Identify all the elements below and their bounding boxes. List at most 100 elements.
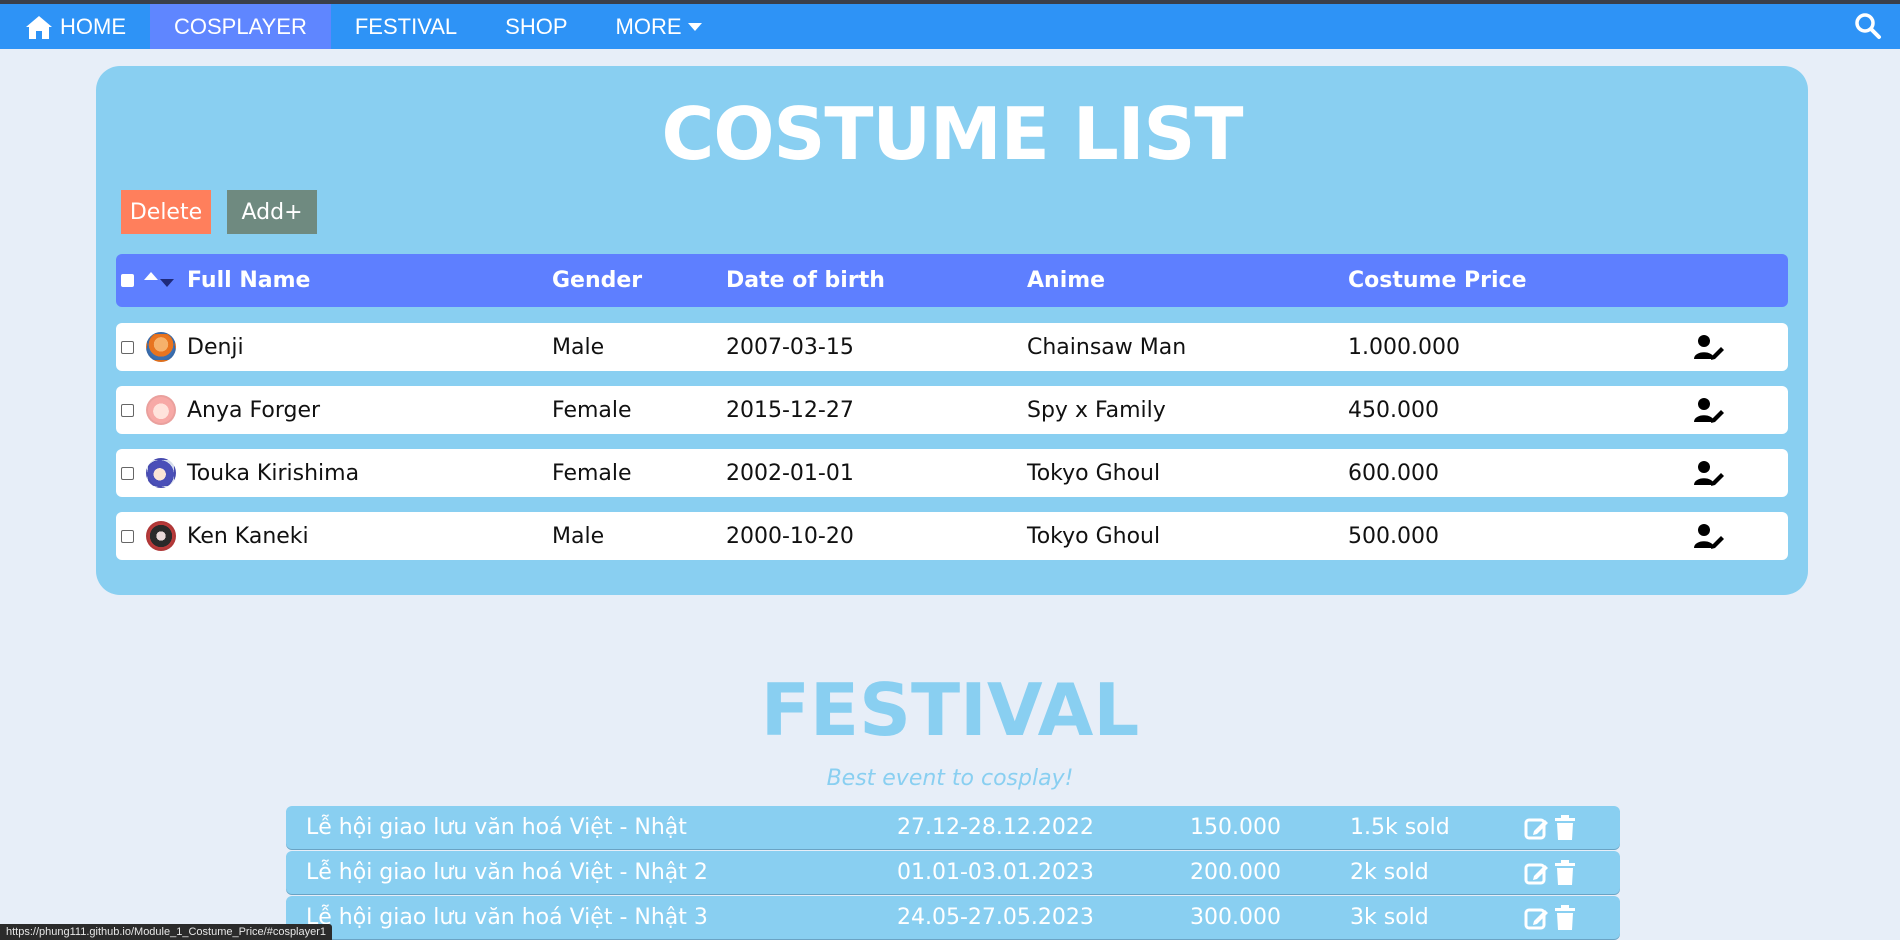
table-header: Full Name Gender Date of birth Anime Cos… [116,254,1788,307]
cell-anime: Chainsaw Man [1027,334,1187,360]
row-checkbox[interactable] [121,340,134,354]
costume-list-panel: COSTUME LIST Delete Add+ Full Name Gende… [96,66,1808,595]
user-edit-icon [1694,398,1724,423]
cell-full-name: Touka Kirishima [187,460,360,486]
festival-row: Lễ hội giao lưu văn hoá Việt - Nhật 27.1… [286,806,1620,849]
festival-title: FESTIVAL [760,668,1140,752]
select-all-cell [121,254,134,307]
header-costume-price: Costume Price [1348,268,1527,293]
sort-controls [143,254,175,307]
festival-date: 27.12-28.12.2022 [897,815,1094,840]
trash-icon [1555,859,1575,885]
nav-festival[interactable]: FESTIVAL [331,4,481,49]
header-full-name: Full Name [187,268,311,293]
row-checkbox-cell [121,386,134,434]
cell-full-name: Ken Kaneki [187,523,309,549]
user-edit-icon [1694,524,1724,549]
delete-festival-button[interactable] [1554,851,1576,894]
edit-icon [1524,908,1548,929]
festival-name: Lễ hội giao lưu văn hoá Việt - Nhật [306,815,687,840]
cell-gender: Female [552,460,632,486]
row-checkbox[interactable] [121,403,134,417]
cell-dob: 2002-01-01 [726,460,854,486]
festival-price: 300.000 [1190,905,1281,930]
delete-festival-button[interactable] [1554,896,1576,939]
delete-button[interactable]: Delete [121,190,211,234]
festival-subtitle: Best event to cosplay! [826,766,1074,791]
sort-down-icon[interactable] [159,278,175,288]
header-gender: Gender [552,268,643,293]
row-checkbox-cell [121,449,134,497]
cell-full-name: Denji [187,334,244,360]
search-button[interactable] [1854,12,1882,45]
delete-festival-button[interactable] [1554,806,1576,849]
nav-home-label: HOME [60,13,126,39]
cell-dob: 2000-10-20 [726,523,854,549]
avatar-cell [146,449,176,497]
edit-user-button[interactable] [1694,323,1726,371]
add-button[interactable]: Add+ [227,190,317,234]
sort-up-icon[interactable] [143,271,159,281]
table-row: Ken Kaneki Male 2000-10-20 Tokyo Ghoul 5… [116,512,1788,560]
top-navbar: HOME COSPLAYER FESTIVAL SHOP MORE [0,4,1900,49]
festival-sold: 1.5k sold [1350,815,1450,840]
avatar-cell [146,323,176,371]
select-all-checkbox[interactable] [121,274,134,287]
cell-gender: Male [552,334,605,360]
nav-cosplayer-label: COSPLAYER [174,13,307,39]
trash-icon [1555,904,1575,930]
row-checkbox[interactable] [121,466,134,480]
table-row: Anya Forger Female 2015-12-27 Spy x Fami… [116,386,1788,434]
edit-icon [1524,818,1548,839]
header-dob: Date of birth [726,268,885,293]
row-checkbox-cell [121,512,134,560]
nav-more-dropdown[interactable]: MORE [592,4,728,49]
avatar [146,458,176,488]
trash-icon [1555,814,1575,840]
festival-name: Lễ hội giao lưu văn hoá Việt - Nhật 3 [306,905,708,930]
table-row: Denji Male 2007-03-15 Chainsaw Man 1.000… [116,323,1788,371]
avatar [146,521,176,551]
nav-more-label: MORE [615,13,682,39]
festival-date: 24.05-27.05.2023 [897,905,1094,930]
edit-user-button[interactable] [1694,512,1726,560]
nav-shop-label: SHOP [505,13,568,39]
row-checkbox-cell [121,323,134,371]
search-icon [1855,13,1881,39]
nav-cosplayer[interactable]: COSPLAYER [150,4,331,49]
avatar-cell [146,386,176,434]
cell-dob: 2007-03-15 [726,334,854,360]
cell-costume-price: 1.000.000 [1348,334,1460,360]
edit-festival-button[interactable] [1524,806,1550,849]
festival-row: Lễ hội giao lưu văn hoá Việt - Nhật 2 01… [286,851,1620,894]
cell-gender: Male [552,523,605,549]
nav-festival-label: FESTIVAL [354,13,458,39]
header-anime: Anime [1027,268,1106,293]
nav-home[interactable]: HOME [0,4,150,49]
cell-costume-price: 600.000 [1348,460,1439,486]
edit-festival-button[interactable] [1524,851,1550,894]
home-icon [26,15,52,39]
avatar [146,332,176,362]
cell-anime: Spy x Family [1027,397,1166,423]
festival-price: 200.000 [1190,860,1281,885]
edit-user-button[interactable] [1694,386,1726,434]
cell-dob: 2015-12-27 [726,397,854,423]
festival-price: 150.000 [1190,815,1281,840]
cell-full-name: Anya Forger [187,397,321,423]
edit-user-button[interactable] [1694,449,1726,497]
cell-anime: Tokyo Ghoul [1027,523,1161,549]
cell-costume-price: 500.000 [1348,523,1439,549]
festival-date: 01.01-03.01.2023 [897,860,1094,885]
status-bar-url: https://phung111.github.io/Module_1_Cost… [0,924,333,940]
avatar [146,395,176,425]
edit-festival-button[interactable] [1524,896,1550,939]
edit-icon [1524,863,1548,884]
row-checkbox[interactable] [121,529,134,543]
cell-anime: Tokyo Ghoul [1027,460,1161,486]
festival-sold: 3k sold [1350,905,1429,930]
user-edit-icon [1694,335,1724,360]
caret-down-icon [687,22,702,31]
festival-row: Lễ hội giao lưu văn hoá Việt - Nhật 3 24… [286,896,1620,939]
nav-shop[interactable]: SHOP [481,4,591,49]
